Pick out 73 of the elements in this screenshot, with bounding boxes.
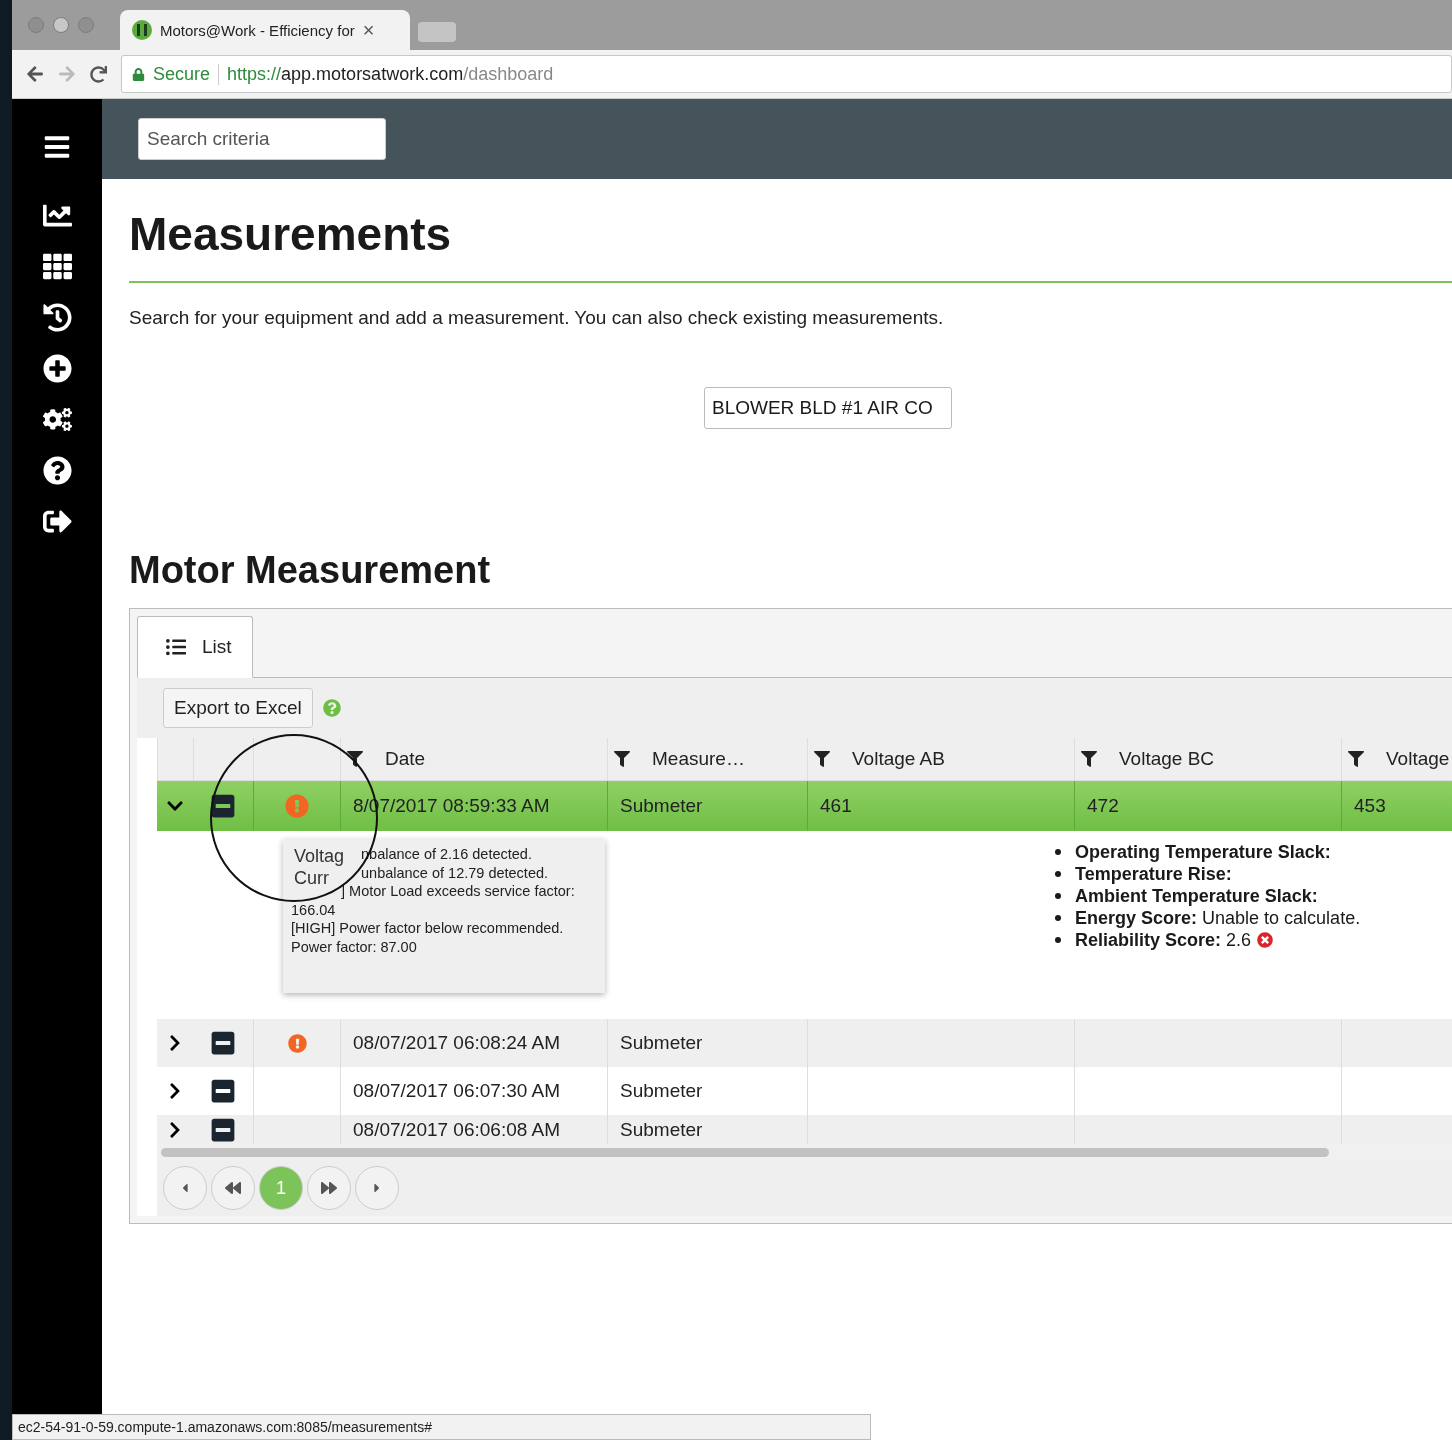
column-header[interactable]: Measure… (607, 738, 807, 780)
bullet-icon (1055, 937, 1061, 943)
tooltip-line: 166.04 (291, 900, 336, 919)
column-header[interactable]: Voltage AB (807, 738, 1074, 780)
equipment-button[interactable]: BLOWER BLD #1 AIR CO (704, 387, 952, 429)
detail-item: Energy Score: Unable to calculate. (1075, 907, 1361, 929)
bullet-icon (1055, 915, 1061, 921)
status-bar: ec2-54-91-0-59.compute-1.amazonaws.com:8085/measurements# (12, 1414, 871, 1440)
delete-icon[interactable] (210, 1030, 236, 1056)
rewind-icon (225, 1180, 241, 1196)
help-icon[interactable] (42, 456, 72, 485)
page-title: Measurements (129, 207, 1452, 283)
detail-item: Reliability Score: 2.6 (1075, 929, 1252, 951)
fast-forward-icon (321, 1180, 337, 1196)
delete-icon[interactable] (210, 1078, 236, 1104)
address-bar[interactable]: Secure https://app.motorsatwork.com/dashboard (121, 55, 1452, 93)
section-title: Motor Measurement (129, 549, 492, 592)
grid-icon[interactable] (42, 252, 72, 281)
table-row[interactable]: 08/07/2017 06:06:08 AM Submeter (157, 1115, 1452, 1144)
delete-icon[interactable] (210, 793, 236, 819)
detail-item: Temperature Rise: (1075, 863, 1232, 885)
column-header[interactable]: Voltage BC (1074, 738, 1341, 780)
list-tab[interactable]: List (137, 616, 253, 678)
table-cell: Submeter (620, 1118, 703, 1141)
list-icon (166, 637, 186, 657)
magnified-text: Curr (294, 868, 329, 888)
reload-icon[interactable] (90, 65, 107, 83)
bullet-icon (1055, 849, 1061, 855)
tab-title: Motors@Work - Efficiency for (160, 21, 355, 39)
scrollbar-thumb[interactable] (161, 1147, 1329, 1157)
magnified-text: Voltag (294, 846, 345, 866)
delete-icon[interactable] (210, 1116, 236, 1143)
table-row[interactable]: 08/07/2017 06:08:24 AM Submeter (157, 1019, 1452, 1067)
alert-icon[interactable] (287, 1033, 307, 1053)
back-icon[interactable] (26, 65, 44, 83)
column-header[interactable]: Date (340, 738, 607, 780)
table-cell: 472 (1087, 795, 1119, 817)
filter-icon[interactable] (1081, 751, 1097, 767)
gears-icon[interactable] (42, 405, 72, 434)
bullet-icon (1055, 893, 1061, 899)
filter-icon[interactable] (347, 751, 363, 767)
filter-icon[interactable] (814, 751, 830, 767)
filter-icon[interactable] (1348, 751, 1364, 767)
search-field[interactable]: Search criteria (138, 118, 386, 160)
browser-tab[interactable]: Motors@Work - Efficiency for × (120, 10, 410, 50)
lock-icon (132, 67, 145, 81)
last-page-button[interactable] (307, 1166, 351, 1210)
url-text: https://app.motorsatwork.com/dashboard (227, 63, 554, 85)
first-page-button[interactable] (211, 1166, 255, 1210)
table-cell: 461 (820, 795, 852, 817)
export-button[interactable]: Export to Excel (163, 688, 313, 728)
add-icon[interactable] (42, 354, 72, 383)
table-cell: 08/07/2017 06:08:24 AM (353, 1032, 561, 1054)
menu-icon[interactable] (43, 133, 71, 161)
filter-icon[interactable] (614, 751, 630, 767)
bullet-icon (1055, 871, 1061, 877)
page-description: Search for your equipment and add a measurement. You can also check existing measurements. (129, 307, 945, 329)
table-cell: Submeter (620, 1032, 703, 1054)
detail-item: Operating Temperature Slack: (1075, 841, 1331, 863)
close-button[interactable]: × (362, 18, 375, 42)
table-cell: Submeter (620, 795, 703, 817)
tooltip-line: Power factor: 87.00 (291, 937, 417, 956)
history-icon[interactable] (42, 303, 72, 332)
table-cell: 08/07/2017 06:07:30 AM (353, 1080, 561, 1102)
table-cell: 08/07/2017 06:06:08 AM (353, 1118, 561, 1141)
logo-icon (132, 20, 152, 40)
column-header[interactable]: Voltage (1341, 738, 1452, 780)
secure-label: Secure (153, 63, 220, 85)
detail-item: Ambient Temperature Slack: (1075, 885, 1318, 907)
table-cell: 453 (1354, 795, 1386, 817)
table-cell: Submeter (620, 1080, 703, 1102)
tooltip-line: unbalance of 12.79 detected. (361, 863, 549, 882)
tooltip-line: [HIGH] Power factor below recommended. (291, 919, 564, 938)
